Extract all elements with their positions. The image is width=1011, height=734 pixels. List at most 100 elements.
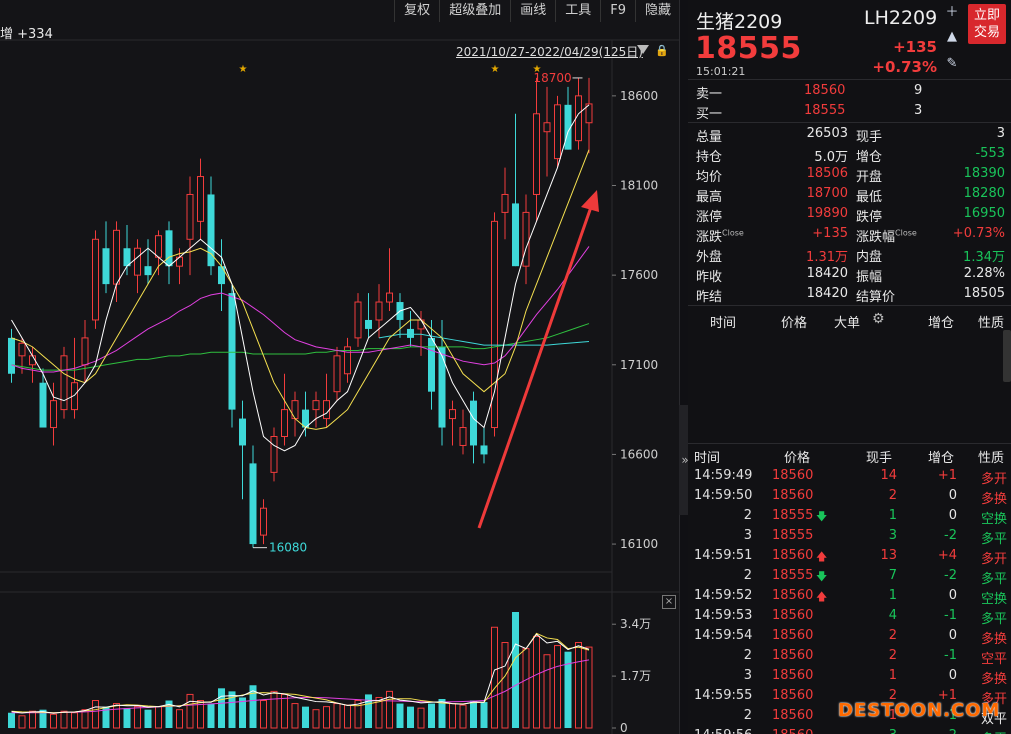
volume-bar [218, 688, 225, 728]
stat-value: 2.28% [963, 266, 1005, 281]
tick-oi-change: 0 [948, 488, 957, 503]
candle-body [102, 248, 110, 285]
price-axis-label: 16100 [620, 537, 658, 551]
tick-row[interactable]: 2 18555 🡇 7 -2 多平 [688, 566, 1011, 587]
stat-value: 3 [996, 126, 1005, 141]
trade-now-button[interactable]: 立即 交易 [968, 4, 1006, 44]
stats-row: 总量 26503 现手 3 [688, 124, 1011, 145]
candle-body [50, 400, 57, 429]
tick-oi-change: 0 [948, 588, 957, 603]
tick-row[interactable]: 14:59:56 18560 3 -2 多平 [688, 726, 1011, 734]
order-book-row[interactable]: 卖一 18560 9 [688, 81, 1011, 102]
candle-body [228, 293, 236, 410]
stat-value: +0.73% [952, 226, 1005, 241]
add-watchlist-icon[interactable]: ＋ [944, 5, 960, 21]
tick-row[interactable]: 2 18560 2 -1 空平 [688, 646, 1011, 667]
kline-chart-area[interactable]: 18600 18100 17600 17100 16600 16100 3.4万 1.7万 0 1… [0, 0, 680, 734]
close-volume-pane-icon[interactable]: × [662, 595, 676, 609]
candle-body [543, 122, 551, 133]
tick-time: 14:59:51 [694, 548, 753, 563]
tick-price: 18560 [772, 628, 814, 643]
event-star-icon: ★ [491, 64, 500, 75]
stat-label: 涨停 [696, 210, 723, 225]
gear-icon[interactable]: ⚙ [872, 311, 885, 327]
tick-row[interactable]: 3 18555 3 -2 多平 [688, 526, 1011, 547]
panel-scrollbar[interactable] [1003, 330, 1011, 382]
tick-time: 2 [743, 648, 752, 663]
price-change-pct: +0.73% [872, 58, 937, 76]
stat-label: 最高 [696, 190, 723, 205]
volume-bar [533, 635, 540, 729]
tick-volume: 3 [888, 528, 897, 543]
big-order-col-price: 价格 [781, 316, 808, 331]
volume-bar [281, 693, 288, 729]
date-range-selector[interactable]: 2021/10/27-2022/04/29(125日) [456, 43, 643, 60]
toolbar-item[interactable]: 工具 [555, 0, 600, 22]
candle-body [501, 193, 509, 213]
kline-chart-svg[interactable]: 18600 18100 17600 17100 16600 16100 3.4万 1.7万 0 1… [0, 0, 680, 734]
tick-price: 18560 [772, 588, 814, 603]
tick-row[interactable]: 3 18560 1 0 多换 [688, 666, 1011, 687]
toolbar-item[interactable]: 复权 [394, 0, 439, 22]
ticks-col-oi: 增仓 [928, 451, 955, 466]
tick-row[interactable]: 14:59:50 18560 2 0 多换 [688, 486, 1011, 507]
lock-icon[interactable]: 🔒 [655, 44, 669, 57]
candle-body [428, 337, 435, 392]
trade-button-line1: 立即 [973, 8, 1000, 23]
tick-row[interactable]: 14:59:49 18560 14 +1 多开 [688, 466, 1011, 487]
quote-header: 生猪2209 LH2209 18555 +135 +0.73% 15:01:21… [688, 0, 1011, 80]
price-axis-label: 18100 [620, 179, 658, 193]
stat-value: 18420 [806, 266, 848, 281]
arrow-down-icon: 🡇 [816, 570, 828, 583]
candle-body [533, 113, 540, 195]
tick-row[interactable]: 14:59:53 18560 4 -1 多平 [688, 606, 1011, 627]
stat-label: 现手 [856, 130, 883, 145]
tick-oi-change: +4 [937, 548, 957, 563]
candle-body [365, 319, 372, 329]
tick-type: 空换 [980, 592, 1007, 607]
order-book-row[interactable]: 买一 18555 3 [688, 101, 1011, 122]
alert-bell-icon[interactable]: ▲ [944, 29, 960, 45]
tick-price: 18560 [772, 728, 813, 734]
tick-row[interactable]: 14:59:51 18560 🡅 13 +4 多开 [688, 546, 1011, 567]
tick-row[interactable]: 2 18555 🡇 1 0 空换 [688, 506, 1011, 527]
ticks-col-type: 性质 [978, 451, 1005, 466]
tick-volume: 1 [888, 588, 897, 603]
candle-body [323, 400, 330, 420]
big-order-col-oi: 增仓 [928, 316, 955, 331]
tick-type: 多开 [980, 552, 1007, 567]
volume-bar [144, 709, 152, 728]
event-star-icon: ★ [533, 64, 542, 75]
toolbar-item[interactable]: F9 [600, 0, 635, 22]
date-range-dropdown-icon[interactable] [637, 45, 649, 54]
stat-label: 开盘 [856, 170, 883, 185]
candle-body [270, 436, 278, 473]
tick-time: 2 [743, 708, 752, 723]
tick-row[interactable]: 14:59:54 18560 2 0 多换 [688, 626, 1011, 647]
candle-body [491, 220, 498, 429]
stat-value: 18390 [963, 166, 1005, 181]
volume-bar [260, 700, 267, 729]
tick-time: 14:59:55 [694, 688, 753, 703]
tick-type: 多平 [980, 572, 1007, 587]
order-book-price: 18555 [804, 103, 846, 118]
toolbar-item[interactable]: 隐藏 [634, 0, 680, 22]
tick-oi-change: 0 [948, 628, 957, 643]
trade-button-line2: 交易 [973, 25, 1000, 40]
stats-row: 外盘 1.31万 内盘 1.34万 [688, 244, 1011, 265]
tick-row[interactable]: 14:59:52 18560 🡅 1 0 空换 [688, 586, 1011, 607]
toolbar-item[interactable]: 画线 [510, 0, 555, 22]
volume-axis-label: 3.4万 [620, 617, 651, 631]
candle-body [186, 193, 194, 240]
stat-label: 内盘 [856, 250, 883, 265]
tick-time: 2 [743, 568, 752, 583]
tick-price: 18560 [772, 548, 814, 563]
big-order-col-big[interactable]: 大单 [834, 312, 860, 331]
event-star-icon: ★ [239, 64, 248, 75]
arrow-up-icon: 🡅 [816, 550, 828, 563]
tick-type: 多换 [980, 632, 1007, 647]
volume-bar [396, 703, 404, 728]
toolbar-item[interactable]: 超级叠加 [439, 0, 510, 22]
stats-row: 均价 18506 开盘 18390 [688, 164, 1011, 185]
edit-pencil-icon[interactable]: ✎ [944, 56, 960, 72]
